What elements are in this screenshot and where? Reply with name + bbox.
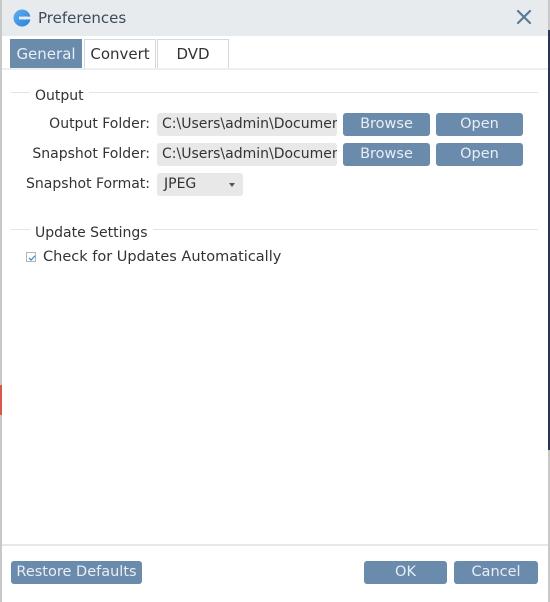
check-updates-label: Check for Updates Automatically [43,249,282,265]
window-title: Preferences [38,9,127,27]
output-folder-browse-button[interactable]: Browse [343,113,430,136]
tab-divider [2,68,548,70]
output-group-divider [11,92,538,93]
snapshot-folder-open-button[interactable]: Open [436,143,523,166]
output-group-label: Output [30,88,89,104]
update-group-label: Update Settings [30,225,153,241]
snapshot-format-select[interactable]: JPEG [157,173,243,196]
background-window-edge-left [0,0,2,602]
chevron-down-icon [229,183,235,187]
tab-general[interactable]: General [10,39,82,68]
snapshot-folder-field[interactable]: C:\Users\admin\Documents [157,143,337,166]
output-folder-field[interactable]: C:\Users\admin\Documents [157,113,337,136]
cancel-button[interactable]: Cancel [454,561,538,584]
preferences-dialog: Preferences General Convert DVD Output O… [0,0,550,602]
snapshot-folder-browse-button[interactable]: Browse [343,143,430,166]
close-button[interactable] [514,7,534,27]
title-bar: Preferences [2,0,548,36]
footer-divider [2,544,548,546]
close-icon [516,9,532,25]
snapshot-format-value: JPEG [164,176,197,192]
ok-button[interactable]: OK [364,561,447,584]
output-folder-label: Output Folder: [49,116,150,132]
restore-defaults-button[interactable]: Restore Defaults [11,561,142,584]
tab-dvd[interactable]: DVD [157,39,229,68]
check-updates-checkbox[interactable] [26,252,36,262]
output-folder-open-button[interactable]: Open [436,113,523,136]
tab-convert[interactable]: Convert [84,39,156,68]
snapshot-format-label: Snapshot Format: [26,176,150,192]
checkmark-icon [28,255,36,261]
snapshot-folder-label: Snapshot Folder: [32,146,150,162]
app-logo-icon [13,9,31,27]
